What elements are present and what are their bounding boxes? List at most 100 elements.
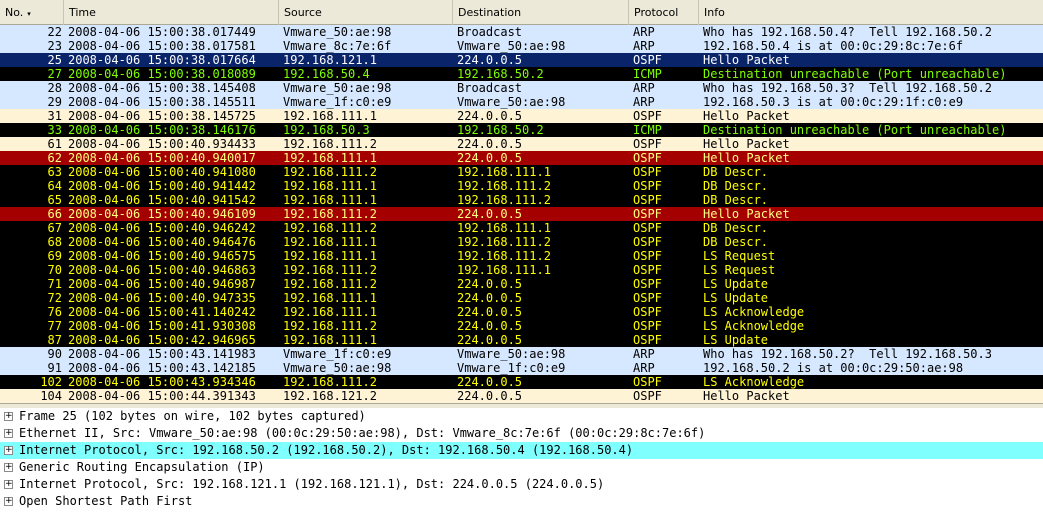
column-label: Destination bbox=[458, 6, 522, 19]
packet-row[interactable]: 33 2008-04-06 15:00:38.146176 192.168.50.3… bbox=[0, 123, 1043, 137]
packet-row[interactable]: 66 2008-04-06 15:00:40.946109 192.168.111.… bbox=[0, 207, 1043, 221]
expand-plus-icon[interactable]: + bbox=[4, 412, 13, 421]
packet-cell-destination: Broadcast bbox=[457, 25, 523, 39]
packet-cell-destination: 224.0.0.5 bbox=[457, 333, 523, 347]
packet-cell-protocol: ARP bbox=[633, 25, 655, 39]
packet-details-pane[interactable]: + Frame 25 (102 bytes on wire, 102 bytes … bbox=[0, 408, 1043, 512]
packet-cell-time: 2008-04-06 15:00:40.941442 bbox=[68, 179, 256, 193]
packet-cell-info: LS Update bbox=[703, 291, 769, 305]
detail-tree-label: Internet Protocol, Src: 192.168.50.2 (19… bbox=[19, 443, 634, 457]
packet-cell-no: 27 bbox=[47, 67, 62, 81]
packet-row[interactable]: 65 2008-04-06 15:00:40.941542 192.168.111.… bbox=[0, 193, 1043, 207]
packet-cell-destination: 224.0.0.5 bbox=[457, 375, 523, 389]
expand-plus-icon[interactable]: + bbox=[4, 446, 13, 455]
packet-cell-source: 192.168.111.2 bbox=[283, 207, 377, 221]
packet-row[interactable]: 61 2008-04-06 15:00:40.934433 192.168.111.… bbox=[0, 137, 1043, 151]
packet-cell-no: 68 bbox=[47, 235, 62, 249]
detail-tree-item[interactable]: + Frame 25 (102 bytes on wire, 102 bytes … bbox=[0, 408, 1043, 425]
packet-row[interactable]: 28 2008-04-06 15:00:38.145408 Vmware_50:ae… bbox=[0, 81, 1043, 95]
packet-cell-source: 192.168.111.2 bbox=[283, 137, 377, 151]
column-header-destination[interactable]: Destination bbox=[453, 0, 629, 25]
expand-plus-icon[interactable]: + bbox=[4, 463, 13, 472]
column-header-no[interactable]: No. ▾ bbox=[0, 0, 64, 25]
packet-cell-info: Who has 192.168.50.4? Tell 192.168.50.2 bbox=[703, 25, 992, 39]
packet-cell-protocol: ICMP bbox=[633, 123, 662, 137]
detail-tree-item[interactable]: + Ethernet II, Src: Vmware_50:ae:98 (00:0… bbox=[0, 425, 1043, 442]
packet-list-pane[interactable]: No. ▾ Time Source Destination Protocol In… bbox=[0, 0, 1043, 403]
expand-plus-icon[interactable]: + bbox=[4, 480, 13, 489]
packet-cell-time: 2008-04-06 15:00:41.930308 bbox=[68, 319, 256, 333]
packet-cell-destination: Vmware_50:ae:98 bbox=[457, 95, 566, 109]
packet-cell-protocol: ICMP bbox=[633, 67, 662, 81]
packet-cell-source: 192.168.111.1 bbox=[283, 193, 377, 207]
detail-tree-label: Open Shortest Path First bbox=[19, 494, 193, 508]
packet-row[interactable]: 67 2008-04-06 15:00:40.946242 192.168.111.… bbox=[0, 221, 1043, 235]
packet-row[interactable]: 70 2008-04-06 15:00:40.946863 192.168.111.… bbox=[0, 263, 1043, 277]
packet-cell-protocol: OSPF bbox=[633, 389, 662, 403]
packet-row[interactable]: 91 2008-04-06 15:00:43.142185 Vmware_50:ae… bbox=[0, 361, 1043, 375]
packet-row[interactable]: 29 2008-04-06 15:00:38.145511 Vmware_1f:c0… bbox=[0, 95, 1043, 109]
detail-tree-item[interactable]: + Internet Protocol, Src: 192.168.50.2 (1… bbox=[0, 442, 1043, 459]
column-header-protocol[interactable]: Protocol bbox=[629, 0, 699, 25]
column-header-info[interactable]: Info bbox=[699, 0, 1043, 25]
packet-cell-time: 2008-04-06 15:00:41.140242 bbox=[68, 305, 256, 319]
packet-cell-no: 63 bbox=[47, 165, 62, 179]
packet-row[interactable]: 104 2008-04-06 15:00:44.391343 192.168.121… bbox=[0, 389, 1043, 403]
packet-row[interactable]: 31 2008-04-06 15:00:38.145725 192.168.111.… bbox=[0, 109, 1043, 123]
packet-row[interactable]: 77 2008-04-06 15:00:41.930308 192.168.111.… bbox=[0, 319, 1043, 333]
packet-cell-no: 61 bbox=[47, 137, 62, 151]
detail-tree-item[interactable]: + Generic Routing Encapsulation (IP) bbox=[0, 459, 1043, 476]
packet-cell-time: 2008-04-06 15:00:40.941542 bbox=[68, 193, 256, 207]
expand-plus-icon[interactable]: + bbox=[4, 429, 13, 438]
packet-cell-no: 76 bbox=[47, 305, 62, 319]
packet-row[interactable]: 68 2008-04-06 15:00:40.946476 192.168.111.… bbox=[0, 235, 1043, 249]
packet-cell-info: 192.168.50.4 is at 00:0c:29:8c:7e:6f bbox=[703, 39, 964, 53]
packet-row[interactable]: 76 2008-04-06 15:00:41.140242 192.168.111.… bbox=[0, 305, 1043, 319]
expand-plus-icon[interactable]: + bbox=[4, 497, 13, 506]
packet-row[interactable]: 102 2008-04-06 15:00:43.934346 192.168.111… bbox=[0, 375, 1043, 389]
packet-cell-source: 192.168.111.2 bbox=[283, 375, 377, 389]
packet-row[interactable]: 22 2008-04-06 15:00:38.017449 Vmware_50:ae… bbox=[0, 25, 1043, 39]
detail-tree-label: Generic Routing Encapsulation (IP) bbox=[19, 460, 265, 474]
packet-row[interactable]: 23 2008-04-06 15:00:38.017581 Vmware_8c:7e… bbox=[0, 39, 1043, 53]
column-header-source[interactable]: Source bbox=[279, 0, 453, 25]
packet-row[interactable]: 63 2008-04-06 15:00:40.941080 192.168.111.… bbox=[0, 165, 1043, 179]
packet-cell-no: 69 bbox=[47, 249, 62, 263]
packet-cell-protocol: OSPF bbox=[633, 221, 662, 235]
packet-row[interactable]: 62 2008-04-06 15:00:40.940017 192.168.111.… bbox=[0, 151, 1043, 165]
packet-cell-protocol: OSPF bbox=[633, 165, 662, 179]
detail-tree-item[interactable]: + Internet Protocol, Src: 192.168.121.1 (… bbox=[0, 476, 1043, 493]
detail-tree-item[interactable]: + Open Shortest Path First bbox=[0, 493, 1043, 510]
column-label: Source bbox=[284, 6, 322, 19]
column-label: No. bbox=[5, 6, 24, 19]
packet-cell-protocol: OSPF bbox=[633, 109, 662, 123]
packet-cell-no: 28 bbox=[47, 81, 62, 95]
packet-cell-source: 192.168.111.1 bbox=[283, 249, 377, 263]
packet-cell-time: 2008-04-06 15:00:40.946242 bbox=[68, 221, 256, 235]
packet-cell-info: DB Descr. bbox=[703, 165, 769, 179]
packet-cell-time: 2008-04-06 15:00:43.934346 bbox=[68, 375, 256, 389]
packet-cell-no: 87 bbox=[47, 333, 62, 347]
packet-cell-no: 33 bbox=[47, 123, 62, 137]
packet-row[interactable]: 64 2008-04-06 15:00:40.941442 192.168.111.… bbox=[0, 179, 1043, 193]
packet-cell-destination: 192.168.111.1 bbox=[457, 263, 551, 277]
packet-row[interactable]: 69 2008-04-06 15:00:40.946575 192.168.111.… bbox=[0, 249, 1043, 263]
packet-cell-no: 29 bbox=[47, 95, 62, 109]
packet-cell-destination: 224.0.0.5 bbox=[457, 109, 523, 123]
packet-row[interactable]: 90 2008-04-06 15:00:43.141983 Vmware_1f:c0… bbox=[0, 347, 1043, 361]
packet-row[interactable]: 71 2008-04-06 15:00:40.946987 192.168.111.… bbox=[0, 277, 1043, 291]
packet-cell-info: LS Acknowledge bbox=[703, 305, 805, 319]
packet-cell-no: 66 bbox=[47, 207, 62, 221]
packet-cell-no: 22 bbox=[47, 25, 62, 39]
packet-cell-protocol: OSPF bbox=[633, 207, 662, 221]
packet-cell-info: DB Descr. bbox=[703, 235, 769, 249]
packet-cell-protocol: OSPF bbox=[633, 319, 662, 333]
packet-row[interactable]: 27 2008-04-06 15:00:38.018089 192.168.50.4… bbox=[0, 67, 1043, 81]
packet-row[interactable]: 25 2008-04-06 15:00:38.017664 192.168.121.… bbox=[0, 53, 1043, 67]
column-header-time[interactable]: Time bbox=[64, 0, 279, 25]
detail-tree-label: Frame 25 (102 bytes on wire, 102 bytes c… bbox=[19, 409, 366, 423]
packet-cell-protocol: OSPF bbox=[633, 193, 662, 207]
packet-cell-time: 2008-04-06 15:00:40.940017 bbox=[68, 151, 256, 165]
packet-row[interactable]: 87 2008-04-06 15:00:42.946965 192.168.111.… bbox=[0, 333, 1043, 347]
packet-row[interactable]: 72 2008-04-06 15:00:40.947335 192.168.111.… bbox=[0, 291, 1043, 305]
